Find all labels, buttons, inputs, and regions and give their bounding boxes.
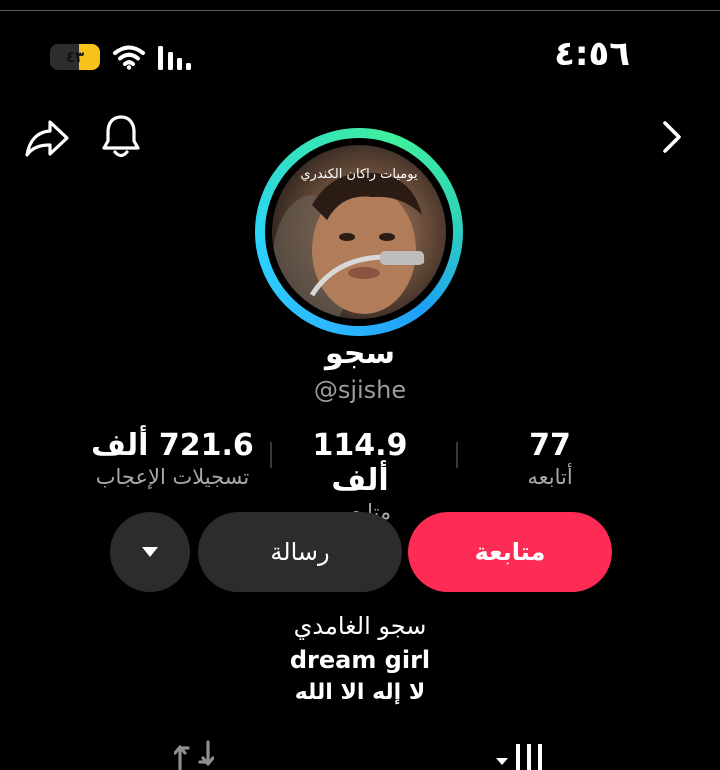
stat-likes[interactable]: 721.6 ألف تسجيلات الإعجاب [70,428,275,489]
display-name: سجو [325,336,395,371]
wifi-icon [113,45,145,70]
status-time: ٤:٥٦ [554,34,630,74]
bio-line: dream girl [289,646,431,674]
top-divider [0,10,720,11]
likes-count: 721.6 ألف [91,428,254,463]
follow-button[interactable]: متابعة [408,512,612,592]
notifications-bell-icon[interactable] [100,114,142,160]
stats-divider [270,442,272,468]
username: @sjishe [313,376,407,404]
avatar-story-ring[interactable]: يوميات راكان الكندري [255,128,463,336]
chevron-right-icon[interactable] [658,120,686,154]
cellular-signal-icon [158,46,191,70]
stats-divider [456,442,458,468]
triangle-down-icon [142,547,158,557]
likes-label: تسجيلات الإعجاب [95,465,250,489]
bio-line: سجو الغامدي [293,612,427,640]
following-count: 77 [529,428,571,463]
message-button[interactable]: رسالة [198,512,402,592]
stat-followers[interactable]: 114.9 ألف متابعين [280,428,440,524]
bio-line: لا إله الا الله [294,680,426,705]
suggested-accounts-button[interactable] [110,512,190,592]
followers-count: 114.9 ألف [312,428,408,498]
avatar[interactable]: يوميات راكان الكندري [272,145,446,319]
avatar-caption: يوميات راكان الكندري [300,167,418,182]
battery-icon: ٤٣ [50,44,100,70]
stat-following[interactable]: 77 أتابعه [500,428,600,489]
avatar-ring-gap: يوميات راكان الكندري [265,138,453,326]
following-label: أتابعه [527,465,573,489]
battery-percentage: ٤٣ [65,48,85,66]
share-icon[interactable] [24,118,70,158]
repost-icon[interactable] [174,740,214,770]
videos-grid-icon[interactable] [494,740,554,770]
